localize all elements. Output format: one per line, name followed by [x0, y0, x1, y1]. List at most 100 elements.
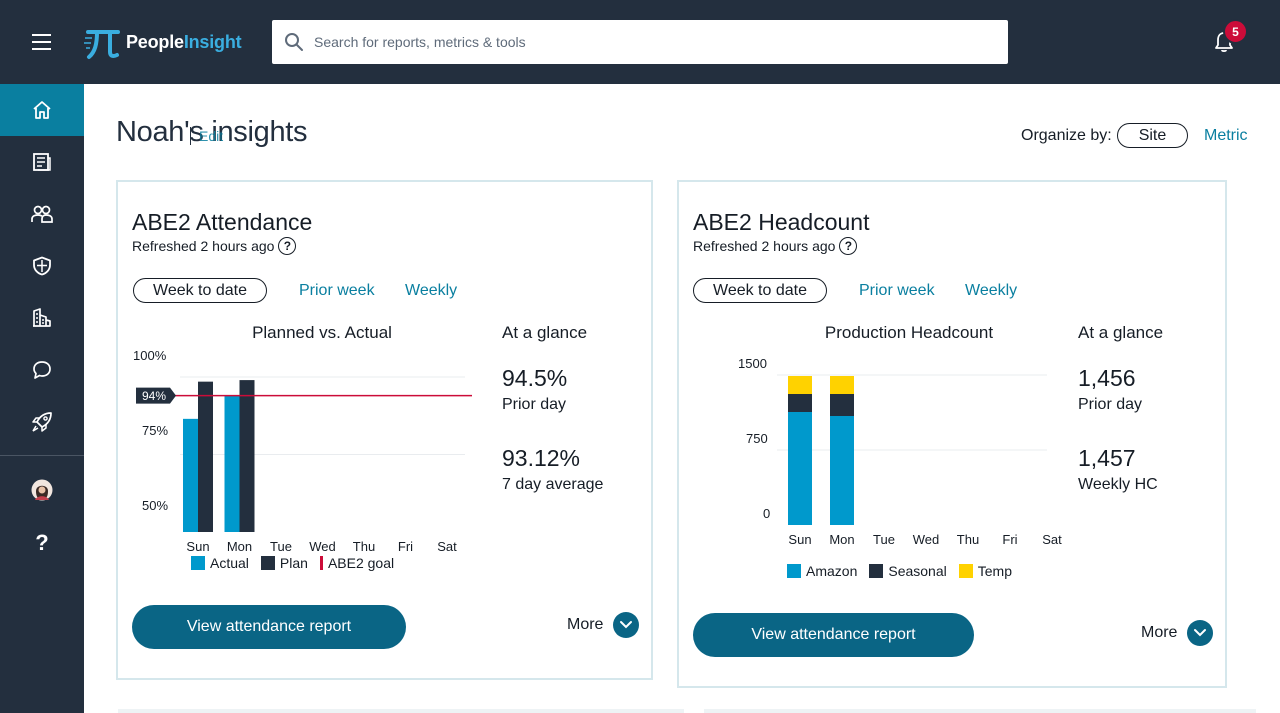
glance-7day-value: 93.12% [502, 445, 581, 471]
search-bar[interactable] [272, 20, 1008, 64]
sidebar-item-launch[interactable] [0, 396, 84, 448]
x-tick-label: Wed [309, 539, 336, 554]
menu-icon[interactable] [32, 34, 52, 50]
sidebar-item-help[interactable]: ? [0, 517, 84, 569]
edit-title-link[interactable]: Edit [199, 128, 223, 144]
chart-title: Production Headcount [824, 323, 994, 342]
x-tick-label: Sat [1042, 532, 1062, 547]
glance-prior-day-label: Prior day [502, 396, 567, 413]
glance-title: At a glance [502, 323, 588, 342]
sidebar-item-messages[interactable] [0, 344, 84, 396]
glance-weekly-value: 1,457 [1078, 445, 1136, 471]
x-tick-label: Thu [957, 532, 979, 547]
top-bar: PeopleInsight 5 [0, 0, 1280, 84]
refreshed-text: Refreshed 2 hours ago ? [132, 237, 297, 255]
x-tick-label: Thu [353, 539, 375, 554]
x-tick-label: Mon [829, 532, 854, 547]
organize-metric-link[interactable]: Metric [1204, 127, 1248, 145]
glance-title: At a glance [1078, 323, 1164, 342]
tab-weekly[interactable]: Weekly [965, 282, 1017, 300]
bar-temp [788, 376, 812, 394]
sidebar-item-profile[interactable] [0, 464, 84, 516]
document-icon [33, 153, 51, 171]
more-button[interactable]: More [1141, 620, 1214, 646]
x-tick-label: Sun [788, 532, 811, 547]
refreshed-text: Refreshed 2 hours ago ? [693, 237, 858, 255]
bar-seasonal [830, 394, 854, 416]
shield-icon [33, 256, 51, 276]
pi-logo-icon [84, 30, 120, 59]
search-icon [285, 33, 303, 51]
tab-week-to-date[interactable]: Week to date [133, 278, 267, 303]
view-attendance-report-button[interactable]: View attendance report [693, 613, 974, 657]
next-card-edge [118, 709, 684, 713]
x-tick-label: Tue [270, 539, 292, 554]
sidebar-item-people[interactable] [0, 188, 84, 240]
tab-prior-week[interactable]: Prior week [859, 282, 935, 300]
buildings-icon [33, 308, 51, 327]
bar-actual [224, 395, 240, 532]
legend-temp: Temp [958, 563, 1012, 579]
legend-plan: Plan [260, 555, 308, 571]
tab-weekly[interactable]: Weekly [405, 282, 457, 300]
headcount-legend: Amazon Seasonal Temp [787, 563, 1024, 579]
tab-prior-week[interactable]: Prior week [299, 282, 375, 300]
organize-by-label: Organize by: [1021, 127, 1112, 144]
y-tick-0: 0 [763, 506, 771, 521]
bar-plan [239, 380, 255, 532]
x-tick-label: Mon [227, 539, 252, 554]
glance-prior-day-value: 94.5% [502, 365, 568, 391]
sidebar-divider [0, 455, 84, 456]
sidebar-item-security[interactable] [0, 240, 84, 292]
attendance-card: ABE2 Attendance Refreshed 2 hours ago ? … [116, 180, 653, 680]
headcount-card: ABE2 Headcount Refreshed 2 hours ago ? W… [677, 180, 1227, 688]
people-icon [31, 205, 53, 223]
bar-amazon [788, 412, 812, 525]
sidebar-item-reports[interactable] [0, 136, 84, 188]
bar-seasonal [788, 394, 812, 412]
logo-text: PeopleInsight [126, 31, 242, 52]
search-input[interactable] [314, 34, 994, 50]
home-icon [33, 101, 51, 119]
x-tick-label: Fri [398, 539, 413, 554]
legend-goal: ABE2 goal [319, 555, 394, 571]
help-icon: ? [35, 530, 49, 555]
attendance-legend: Actual Plan ABE2 goal [191, 555, 406, 571]
card-title: ABE2 Attendance [132, 209, 313, 235]
glance-prior-day-label: Prior day [1078, 396, 1143, 413]
rocket-icon [32, 412, 52, 432]
headcount-chart: Sun Mon Tue Wed Thu Fri Sat [777, 374, 1062, 547]
text-caret [190, 127, 191, 145]
x-tick-label: Sat [437, 539, 457, 554]
info-icon[interactable]: ? [278, 237, 297, 255]
chevron-down-icon [613, 612, 640, 638]
tab-week-to-date[interactable]: Week to date [693, 278, 827, 303]
sidebar-item-home[interactable] [0, 84, 84, 136]
logo[interactable]: PeopleInsight [84, 24, 242, 60]
legend-amazon: Amazon [787, 563, 857, 579]
bar-temp [830, 376, 854, 394]
legend-seasonal: Seasonal [869, 563, 947, 579]
chat-icon [33, 361, 51, 379]
goal-label: 94% [142, 389, 166, 403]
more-button[interactable]: More [567, 612, 640, 638]
organize-site-button[interactable]: Site [1117, 123, 1188, 148]
sidebar: ? [0, 84, 84, 713]
y-tick-750: 750 [746, 431, 768, 446]
x-tick-label: Tue [873, 532, 895, 547]
glance-weekly-label: Weekly HC [1078, 476, 1158, 493]
next-card-edge [704, 709, 1256, 713]
notification-badge[interactable]: 5 [1223, 19, 1248, 44]
info-icon[interactable]: ? [839, 237, 858, 255]
x-tick-label: Sun [186, 539, 209, 554]
glance-prior-day-value: 1,456 [1078, 365, 1136, 391]
card-title: ABE2 Headcount [693, 209, 870, 235]
bar-amazon [830, 416, 854, 525]
view-attendance-report-button[interactable]: View attendance report [132, 605, 406, 649]
attendance-chart: Sun Mon Tue Wed Thu Fri Sat 94% [136, 376, 472, 554]
sidebar-item-sites[interactable] [0, 292, 84, 344]
chart-title: Planned vs. Actual [252, 323, 392, 342]
avatar [31, 479, 53, 501]
bar-actual [183, 418, 198, 532]
chevron-down-icon [1187, 620, 1214, 646]
